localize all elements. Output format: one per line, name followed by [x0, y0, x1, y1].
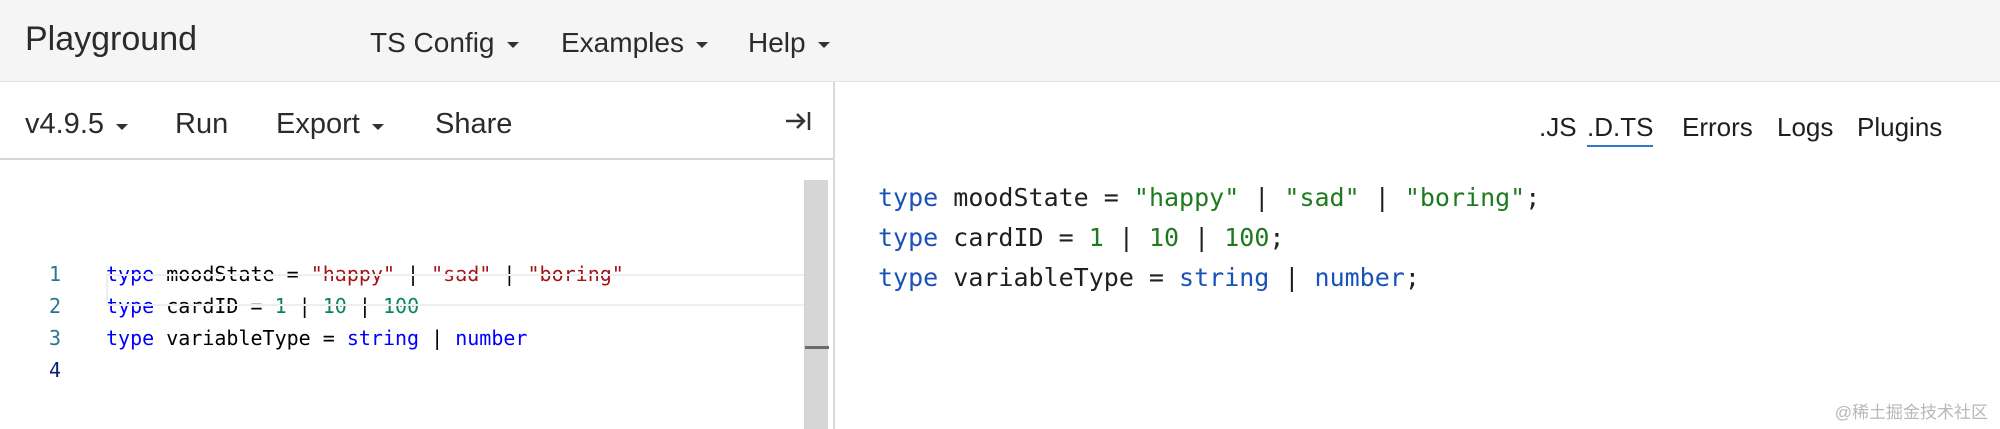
code-token: type [878, 263, 939, 292]
top-nav: Playground TS Config Examples Help [0, 0, 2000, 82]
code-token: 10 [1148, 223, 1180, 252]
current-line-highlight[interactable] [106, 274, 828, 306]
chevron-down-icon [371, 123, 384, 130]
output-code-line: type variableType = string | number; [878, 263, 1420, 292]
nav-help-label: Help [748, 27, 806, 58]
code-token: | [1239, 183, 1285, 212]
tab-dts[interactable]: .D.TS [1587, 112, 1654, 147]
code-token: | [1179, 223, 1225, 252]
code-token: "sad" [1284, 183, 1360, 212]
nav-examples[interactable]: Examples [561, 27, 708, 59]
code-token: string [1179, 263, 1270, 292]
code-editor[interactable]: 1 2 3 4 type moodState = "happy" | "sad"… [0, 162, 833, 429]
output-pane: .JS .D.TS Errors Logs Plugins type moodS… [835, 82, 2000, 429]
code-token: | [1359, 183, 1405, 212]
line-number: 3 [48, 326, 62, 350]
code-token: number [455, 326, 528, 350]
line-number: 2 [48, 294, 62, 318]
code-token: | [1269, 263, 1315, 292]
version-select[interactable]: v4.9.5 [25, 108, 128, 141]
code-token: ; [1404, 263, 1420, 292]
code-token: variableType = [154, 326, 347, 350]
output-code-line: type moodState = "happy" | "sad" | "bori… [878, 183, 1540, 212]
code-token: | [419, 326, 456, 350]
tab-logs[interactable]: Logs [1777, 112, 1833, 143]
chevron-down-icon [116, 123, 128, 130]
nav-examples-label: Examples [561, 27, 684, 58]
watermark: @稀土掘金技术社区 [1834, 403, 1988, 422]
nav-ts-config[interactable]: TS Config [370, 27, 519, 59]
code-token: "boring" [1404, 183, 1526, 212]
tab-errors[interactable]: Errors [1682, 112, 1753, 143]
version-label: v4.9.5 [25, 108, 104, 140]
editor-pane: v4.9.5 Run Export Share 1 2 3 4 type moo… [0, 82, 833, 429]
export-label: Export [276, 108, 360, 140]
scrollbar-position-marker [805, 346, 829, 349]
nav-help[interactable]: Help [748, 27, 830, 59]
code-token: string [346, 326, 420, 350]
code-token: number [1314, 263, 1405, 292]
run-button[interactable]: Run [175, 108, 228, 141]
output-code-line: type cardID = 1 | 10 | 100; [878, 223, 1284, 252]
share-button[interactable]: Share [435, 108, 512, 141]
code-token: variableType = [938, 263, 1180, 292]
line-number-gutter: 1 2 3 4 [0, 162, 90, 429]
line-number: 1 [48, 262, 62, 286]
editor-toolbar: v4.9.5 Run Export Share [0, 82, 833, 160]
chevron-down-icon [506, 42, 519, 48]
code-token: type [106, 326, 155, 350]
code-token: cardID = [938, 223, 1089, 252]
line-number: 4 [48, 358, 62, 382]
code-token: 100 [1224, 223, 1270, 252]
code-token: moodState = [938, 183, 1134, 212]
code-token: ; [1525, 183, 1541, 212]
code-token: type [878, 223, 939, 252]
collapse-sidebar-icon[interactable] [784, 108, 812, 134]
chevron-down-icon [695, 42, 708, 48]
brand-title[interactable]: Playground [25, 20, 197, 59]
code-token: "happy" [1133, 183, 1240, 212]
nav-ts-config-label: TS Config [370, 27, 495, 58]
export-button[interactable]: Export [276, 108, 384, 141]
tab-plugins[interactable]: Plugins [1857, 112, 1942, 143]
code-token: 1 [1088, 223, 1104, 252]
code-token: ; [1269, 223, 1285, 252]
code-line[interactable]: type variableType = string | number [106, 326, 527, 350]
editor-scrollbar[interactable] [804, 180, 828, 429]
tab-js[interactable]: .JS [1539, 112, 1577, 143]
chevron-down-icon [817, 42, 830, 48]
code-token: | [1103, 223, 1149, 252]
code-token: type [878, 183, 939, 212]
